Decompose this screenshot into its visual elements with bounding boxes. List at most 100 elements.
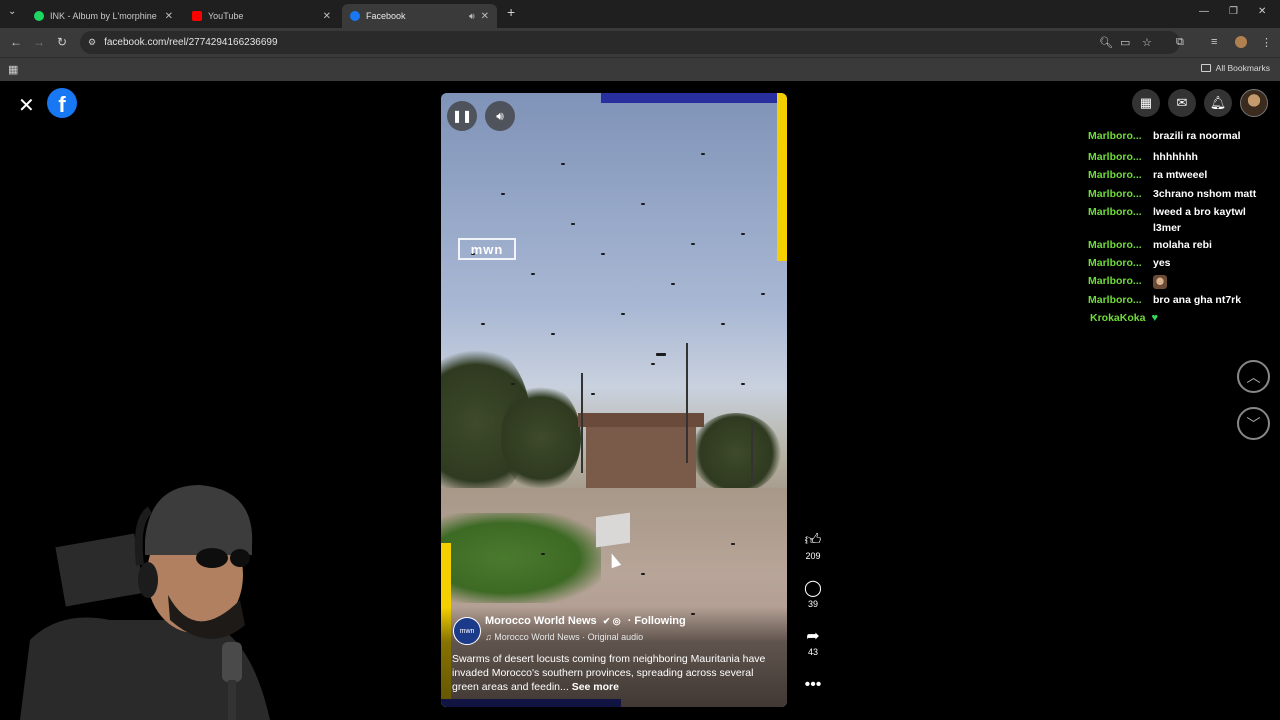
share-arrow-icon: ➦	[806, 628, 820, 645]
forward-icon[interactable]: →	[33, 35, 45, 49]
close-tab-icon[interactable]: ✕	[481, 11, 489, 22]
tab-search-icon[interactable]: ⌄	[8, 6, 16, 17]
chat-text: molaha rebi	[1153, 238, 1212, 251]
chat-emote-image	[1153, 272, 1167, 290]
chat-text: yes	[1153, 257, 1171, 270]
chat-message: Marlboro... 3chrano nshom matt	[1088, 185, 1278, 203]
comment-button[interactable]: ◯ 39	[797, 579, 829, 609]
streamer-webcam	[20, 485, 270, 720]
messenger-icon[interactable]: ✉	[1168, 89, 1196, 117]
account-avatar[interactable]	[1240, 89, 1268, 117]
top-right-nav: ▦ ✉ 🔔︎	[1132, 89, 1268, 117]
comment-count: 39	[807, 599, 818, 609]
tab-spotify[interactable]: INK - Album by L'morphine | Sp ✕	[26, 4, 181, 28]
zoom-icon[interactable]: 🔍︎	[1099, 36, 1113, 49]
site-info-icon[interactable]: ⚙	[88, 37, 96, 48]
close-window-icon[interactable]: ✕	[1258, 6, 1266, 17]
share-count: 43	[807, 647, 818, 657]
emote-face-icon	[1153, 274, 1167, 289]
chat-text: ra mtweeel	[1153, 169, 1208, 182]
chat-message: Marlboro...	[1088, 272, 1278, 290]
chat-username: KrokaKoka	[1090, 312, 1146, 325]
new-tab-icon[interactable]: +	[507, 4, 515, 20]
apps-grid-icon[interactable]: ▦	[8, 63, 18, 76]
chat-text: 3chrano nshom matt	[1153, 187, 1257, 200]
all-bookmarks-label: All Bookmarks	[1215, 63, 1270, 73]
page-name-row: Morocco World News ✔ ◎ · Following	[485, 615, 686, 627]
notifications-bell-icon[interactable]: 🔔︎	[1204, 89, 1232, 117]
chat-message: Marlboro... brazili ra noormal	[1088, 130, 1278, 142]
page-name[interactable]: Morocco World News	[485, 615, 597, 627]
close-icon[interactable]: ✕	[18, 93, 35, 118]
chat-username: Marlboro...	[1088, 187, 1142, 200]
cast-icon[interactable]: ▭	[1120, 36, 1130, 49]
chat-text: lweed a bro kaytwl l3mer	[1153, 205, 1246, 234]
reel-description: Swarms of desert locusts coming from nei…	[452, 652, 772, 694]
tab-title: Facebook	[366, 11, 406, 21]
extensions-icon[interactable]: ⧉	[1176, 36, 1184, 49]
chat-text: bro ana gha nt7rk	[1153, 293, 1242, 306]
share-button[interactable]: ➦ 43	[797, 627, 829, 657]
address-bar[interactable]: ⚙ facebook.com/reel/2774294166236699	[80, 31, 1180, 54]
profile-avatar-icon[interactable]	[1235, 36, 1247, 48]
back-icon[interactable]: ←	[10, 35, 22, 49]
tab-title: INK - Album by L'morphine | Sp	[50, 11, 159, 21]
minimize-icon[interactable]: —	[1199, 6, 1209, 17]
chat-username: Marlboro...	[1088, 293, 1142, 306]
chat-message: Marlboro... lweed a bro kaytwl l3mer	[1088, 203, 1268, 236]
folder-icon	[1200, 64, 1211, 72]
youtube-icon	[192, 11, 202, 21]
tab-youtube[interactable]: YouTube ✕	[184, 4, 339, 28]
page-avatar[interactable]: mwn	[453, 617, 481, 645]
spotify-icon	[34, 11, 44, 21]
chat-message: KrokaKoka ♥	[1088, 309, 1278, 327]
chevron-down-icon: ﹀	[1246, 415, 1261, 432]
media-icon[interactable]: ≡	[1211, 36, 1217, 48]
verified-badge-icon: ✔ ◎	[602, 616, 621, 626]
comment-bubble-icon: ◯	[804, 580, 822, 597]
chat-username: Marlboro...	[1088, 151, 1142, 163]
chat-username: Marlboro...	[1088, 275, 1142, 288]
all-bookmarks-button[interactable]: All Bookmarks	[1200, 63, 1270, 73]
reel-info: mwn Morocco World News ✔ ◎ · Following ♫…	[441, 93, 787, 707]
chat-message: Marlboro... hhhhhhh	[1088, 148, 1278, 166]
chat-message: Marlboro... molaha rebi	[1088, 236, 1278, 254]
reload-icon[interactable]: ↻	[57, 35, 67, 49]
more-dots-icon: •••	[804, 676, 822, 693]
more-options-button[interactable]: •••	[797, 675, 829, 695]
close-tab-icon[interactable]: ✕	[323, 11, 331, 22]
facebook-icon	[350, 11, 360, 21]
chat-username: Marlboro...	[1088, 169, 1142, 182]
previous-reel-button[interactable]: ︿	[1237, 360, 1270, 393]
speaker-icon[interactable]: 🔊︎	[469, 11, 475, 22]
following-label[interactable]: · Following	[628, 615, 686, 627]
see-more-link[interactable]: See more	[572, 681, 619, 693]
audio-label[interactable]: ♫ Morocco World News · Original audio	[485, 632, 643, 642]
close-tab-icon[interactable]: ✕	[165, 11, 173, 22]
restore-icon[interactable]: ❐	[1229, 6, 1238, 17]
chat-username: Marlboro...	[1088, 238, 1142, 251]
chat-message: Marlboro... ra mtweeel	[1088, 166, 1278, 184]
next-reel-button[interactable]: ﹀	[1237, 407, 1270, 440]
like-count: 209	[805, 551, 821, 561]
stream-chat: Marlboro... brazili ra noormal Marlboro.…	[1088, 130, 1278, 327]
menu-grid-icon[interactable]: ▦	[1132, 89, 1160, 117]
like-button[interactable]: 👍︎ 209	[797, 531, 829, 561]
tab-facebook[interactable]: Facebook 🔊︎ ✕	[342, 4, 497, 28]
chat-text: hhhhhhh	[1153, 151, 1198, 163]
chat-text: brazili ra noormal	[1153, 130, 1241, 142]
bookmarks-bar: ▦ All Bookmarks	[0, 57, 1280, 81]
chat-message: Marlboro... yes	[1088, 254, 1278, 272]
chat-message: Marlboro... bro ana gha nt7rk	[1088, 291, 1278, 309]
url-text: facebook.com/reel/2774294166236699	[104, 37, 278, 48]
tab-bar: ⌄ INK - Album by L'morphine | Sp ✕ YouTu…	[0, 0, 1280, 28]
menu-kebab-icon[interactable]: ⋮	[1261, 36, 1272, 49]
facebook-logo[interactable]: f	[47, 88, 77, 118]
bookmark-star-icon[interactable]: ☆	[1142, 36, 1152, 49]
chevron-up-icon: ︿	[1246, 368, 1261, 385]
browser-toolbar: ← → ↻ ⚙ facebook.com/reel/27742941662366…	[0, 28, 1280, 57]
tab-title: YouTube	[208, 11, 244, 21]
heart-icon: ♥	[1151, 312, 1158, 325]
chat-username: Marlboro...	[1088, 205, 1142, 218]
chat-username: Marlboro...	[1088, 257, 1142, 270]
